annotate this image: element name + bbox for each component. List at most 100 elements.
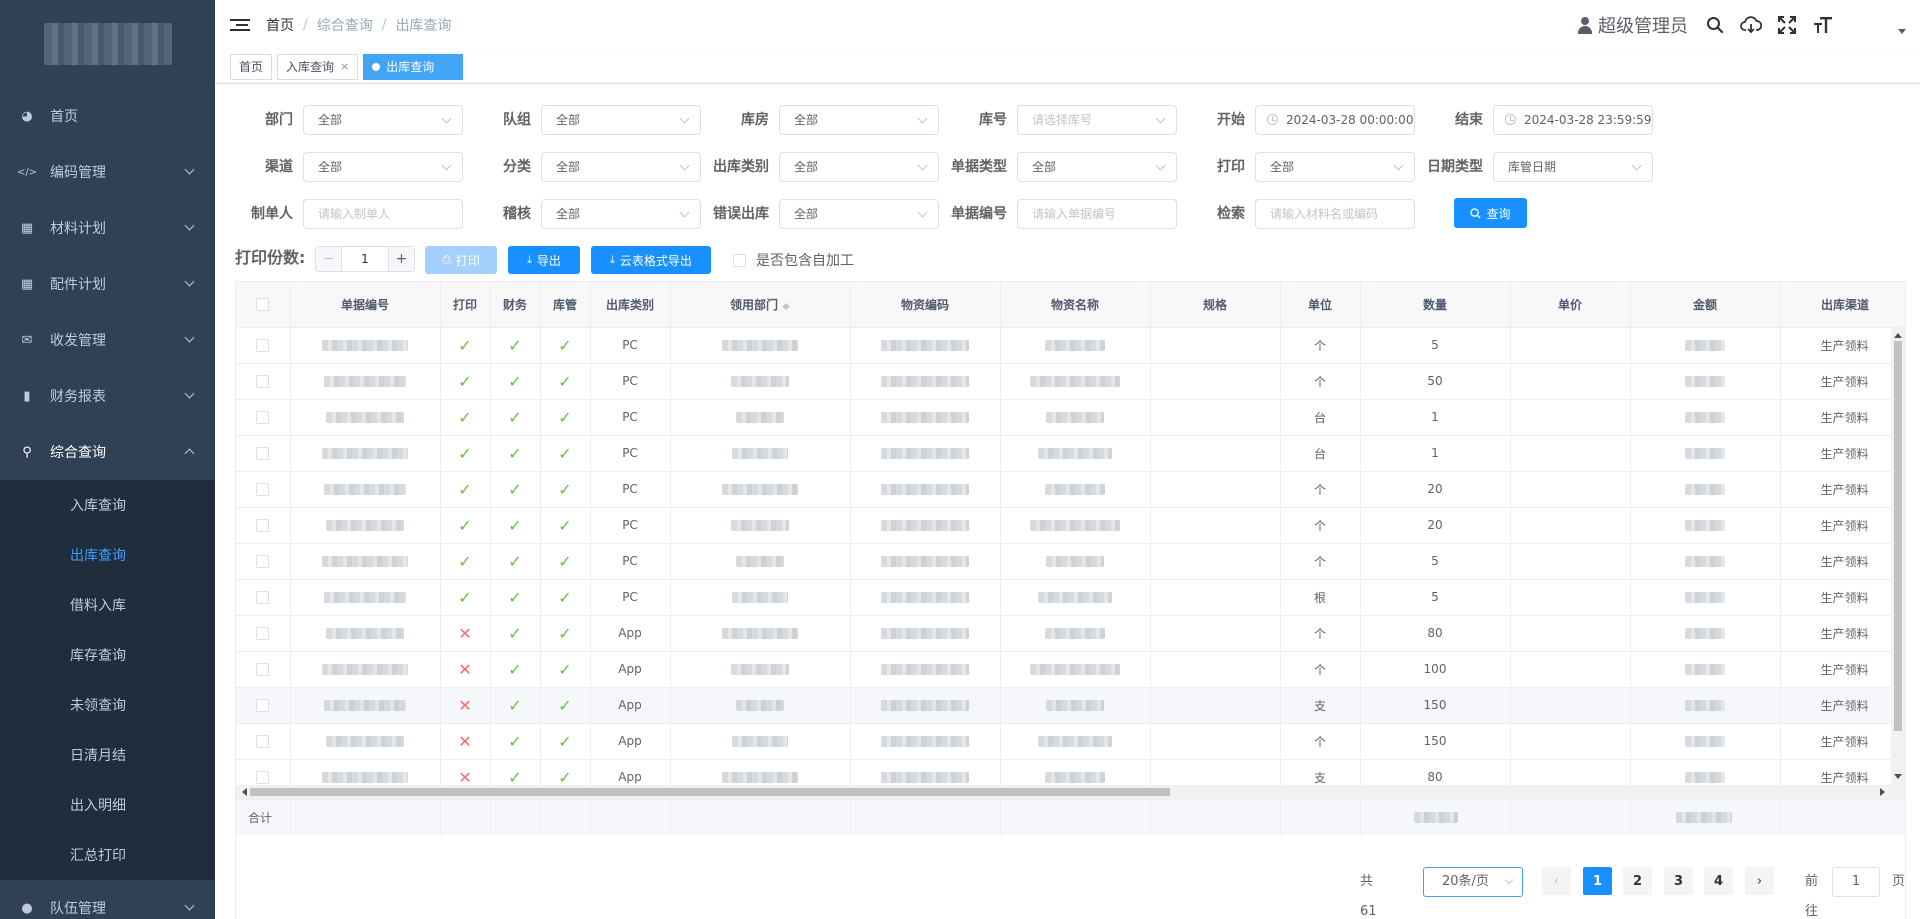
sort-icon[interactable] <box>782 299 790 311</box>
row-select-cell[interactable] <box>236 363 291 400</box>
font-size-icon[interactable] <box>1812 14 1834 36</box>
row-checkbox[interactable] <box>256 663 270 676</box>
goto-page-input[interactable]: 1 <box>1832 867 1880 897</box>
row-checkbox[interactable] <box>256 591 270 604</box>
filter-date[interactable]: 2024-03-28 23:59:59 <box>1493 105 1653 135</box>
row-select-cell[interactable] <box>236 615 291 652</box>
table-row[interactable]: ✓ ✓ ✓ PC 台 1 生产领料 <box>236 399 1905 436</box>
submenu-item[interactable]: 出库查询 <box>0 530 215 580</box>
table-row[interactable]: ✕ ✓ ✓ App 个 80 生产领料 <box>236 615 1905 652</box>
prev-page-button[interactable]: ‹ <box>1542 867 1571 895</box>
submenu-item[interactable]: 库存查询 <box>0 630 215 680</box>
submenu-item[interactable]: 借料入库 <box>0 580 215 630</box>
table-row[interactable]: ✓ ✓ ✓ PC 个 50 生产领料 <box>236 363 1905 400</box>
filter-select[interactable]: 全部 <box>541 105 701 135</box>
sidebar-item[interactable]: ▦ 配件计划 <box>0 256 215 312</box>
submenu-item[interactable]: 未领查询 <box>0 680 215 730</box>
row-checkbox[interactable] <box>256 483 270 496</box>
table-row[interactable]: ✓ ✓ ✓ PC 个 5 生产领料 <box>236 543 1905 580</box>
sidebar-item[interactable]: ◕ 首页 <box>0 88 215 144</box>
table-row[interactable]: ✓ ✓ ✓ PC 个 20 生产领料 <box>236 507 1905 544</box>
filter-select[interactable]: 全部 <box>779 152 939 182</box>
query-button[interactable]: 查询 <box>1454 198 1527 228</box>
sidebar-item[interactable]: </> 编码管理 <box>0 144 215 200</box>
export-button[interactable]: ⤓ 导出 <box>508 246 580 274</box>
row-select-cell[interactable] <box>236 399 291 436</box>
row-select-cell[interactable] <box>236 651 291 688</box>
filter-select[interactable]: 全部 <box>1255 152 1415 182</box>
filter-input[interactable]: 请输入材料名或编码 <box>1255 199 1415 229</box>
fullscreen-icon[interactable] <box>1776 14 1798 36</box>
sidebar-item[interactable]: ▮ 财务报表 <box>0 368 215 424</box>
table-row[interactable]: ✓ ✓ ✓ PC 台 1 生产领料 <box>236 435 1905 472</box>
submenu-item[interactable]: 日清月结 <box>0 730 215 780</box>
row-checkbox[interactable] <box>256 627 270 640</box>
row-checkbox[interactable] <box>256 771 270 784</box>
tag-0[interactable]: 首页 <box>230 53 273 80</box>
avatar-dropdown[interactable] <box>1866 10 1906 40</box>
row-checkbox[interactable] <box>256 375 270 388</box>
page-button-4[interactable]: 4 <box>1704 867 1733 895</box>
include-processing-checkbox[interactable]: 是否包含自加工 <box>733 250 854 270</box>
row-checkbox[interactable] <box>256 519 270 532</box>
row-select-cell[interactable] <box>236 507 291 544</box>
filter-select[interactable]: 库管日期 <box>1493 152 1653 182</box>
row-checkbox[interactable] <box>256 555 270 568</box>
close-icon[interactable]: × <box>340 60 349 73</box>
filter-select[interactable]: 全部 <box>541 199 701 229</box>
table-row[interactable]: ✕ ✓ ✓ App 支 150 生产领料 <box>236 687 1905 724</box>
decrease-button[interactable]: − <box>316 247 342 271</box>
hamburger-icon[interactable] <box>230 15 250 35</box>
row-select-cell[interactable] <box>236 723 291 760</box>
row-select-cell[interactable] <box>236 543 291 580</box>
select-all-checkbox[interactable] <box>256 298 270 312</box>
row-select-cell[interactable] <box>236 471 291 508</box>
filter-select[interactable]: 全部 <box>779 105 939 135</box>
page-size-select[interactable]: 20条/页 <box>1423 867 1523 897</box>
checkbox[interactable] <box>733 253 746 267</box>
table-row[interactable]: ✓ ✓ ✓ PC 根 5 生产领料 <box>236 579 1905 616</box>
print-button[interactable]: ⎙ 打印 <box>425 246 497 274</box>
username[interactable]: 超级管理员 <box>1598 12 1688 38</box>
sidebar-item[interactable]: ✉ 收发管理 <box>0 312 215 368</box>
submenu-item[interactable]: 出入明细 <box>0 780 215 830</box>
row-select-cell[interactable] <box>236 327 291 364</box>
row-checkbox[interactable] <box>256 447 270 460</box>
breadcrumb-home[interactable]: 首页 <box>266 15 294 35</box>
table-row[interactable]: ✓ ✓ ✓ PC 个 20 生产领料 <box>236 471 1905 508</box>
table-row[interactable]: ✕ ✓ ✓ App 个 100 生产领料 <box>236 651 1905 688</box>
row-checkbox[interactable] <box>256 735 270 748</box>
sidebar-item[interactable]: ▦ 材料计划 <box>0 200 215 256</box>
filter-date[interactable]: 2024-03-28 00:00:00 <box>1255 105 1415 135</box>
filter-select[interactable]: 全部 <box>303 105 463 135</box>
page-button-1[interactable]: 1 <box>1583 867 1612 895</box>
tag-1[interactable]: 入库查询 × <box>277 53 359 80</box>
row-select-cell[interactable] <box>236 687 291 724</box>
filter-input[interactable]: 请输入单据编号 <box>1017 199 1177 229</box>
next-page-button[interactable]: › <box>1745 867 1774 895</box>
row-select-cell[interactable] <box>236 435 291 472</box>
row-checkbox[interactable] <box>256 699 270 712</box>
row-checkbox[interactable] <box>256 411 270 424</box>
increase-button[interactable]: + <box>388 247 414 271</box>
sidebar-item[interactable]: ● 队伍管理 <box>0 880 215 919</box>
search-icon[interactable] <box>1704 14 1726 36</box>
horizontal-scrollbar[interactable] <box>236 785 1905 799</box>
page-button-2[interactable]: 2 <box>1623 867 1652 895</box>
filter-select[interactable]: 全部 <box>541 152 701 182</box>
submenu-item[interactable]: 入库查询 <box>0 480 215 530</box>
row-checkbox[interactable] <box>256 339 270 352</box>
filter-select[interactable]: 全部 <box>1017 152 1177 182</box>
cloud-export-button[interactable]: ⤓ 云表格式导出 <box>591 246 711 274</box>
print-copies-stepper[interactable]: − 1 + <box>315 246 415 272</box>
filter-select[interactable]: 请选择库号 <box>1017 105 1177 135</box>
submenu-item[interactable]: 汇总打印 <box>0 830 215 880</box>
page-button-3[interactable]: 3 <box>1664 867 1693 895</box>
filter-select[interactable]: 全部 <box>779 199 939 229</box>
select-all-header[interactable] <box>236 282 291 328</box>
sidebar-item[interactable]: ⚲ 综合查询 <box>0 424 215 480</box>
print-copies-value[interactable]: 1 <box>342 247 388 271</box>
tag-2[interactable]: 出库查询 <box>363 53 464 80</box>
filter-input[interactable]: 请输入制单人 <box>303 199 463 229</box>
table-row[interactable]: ✓ ✓ ✓ PC 个 5 生产领料 <box>236 327 1905 364</box>
